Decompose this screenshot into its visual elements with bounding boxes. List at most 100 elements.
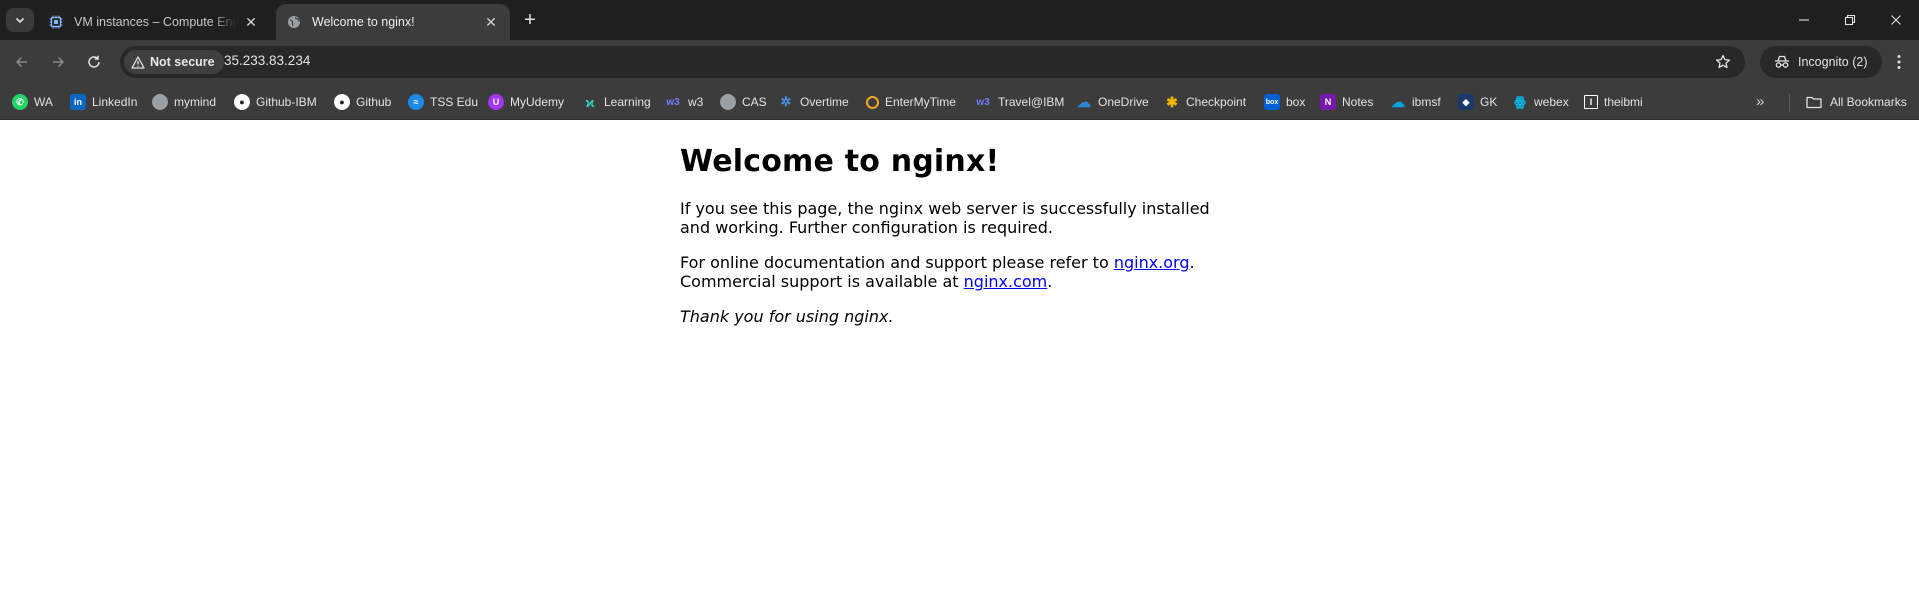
restore-button[interactable] (1827, 0, 1873, 40)
bookmark-label: CAS (742, 95, 767, 109)
bookmarks-bar: ✆ WA in LinkedIn mymind ● Github-IBM ● G… (0, 84, 1919, 120)
star-icon (1715, 54, 1731, 69)
close-icon (1891, 15, 1901, 25)
theibmi-icon: I (1584, 95, 1598, 109)
bookmark-label: Notes (1342, 95, 1374, 109)
reload-icon (88, 55, 100, 68)
bookmark-label: LinkedIn (92, 95, 138, 109)
security-chip[interactable]: Not secure (124, 50, 224, 74)
bookmark-label: mymind (174, 95, 217, 109)
page-content: Welcome to nginx! If you see this page, … (0, 120, 1919, 604)
commercial-text: Commercial support is available at (680, 272, 964, 291)
bookmark-checkpoint[interactable]: ✱ Checkpoint (1164, 91, 1246, 113)
url-text[interactable]: 35.233.83.234 (224, 53, 310, 68)
globe-icon (152, 94, 168, 110)
bookmark-webex[interactable]: ꙮ webex (1512, 91, 1568, 113)
docs-paragraph: For online documentation and support ple… (680, 253, 1240, 291)
tss-edu-icon: ≈ (408, 94, 424, 110)
bookmark-label: box (1286, 95, 1306, 109)
bookmark-cas[interactable]: CAS (720, 91, 767, 113)
learning-icon: ϰ (585, 94, 595, 110)
bookmark-label: Learning (604, 95, 651, 109)
bookmark-notes[interactable]: N Notes (1320, 91, 1373, 113)
chevron-down-icon (15, 17, 25, 24)
bookmark-label: Travel@IBM (998, 95, 1065, 109)
clock-icon (866, 95, 879, 109)
warning-icon (131, 55, 145, 69)
bookmark-overtime[interactable]: ✲ Overtime (778, 91, 849, 113)
github-icon: ● (334, 94, 350, 110)
intro-paragraph: If you see this page, the nginx web serv… (680, 199, 1210, 237)
w3-icon: w3 (666, 96, 680, 108)
folder-icon (1806, 95, 1822, 109)
onedrive-icon: ☁ (1077, 93, 1091, 110)
bookmark-learning[interactable]: ϰ Learning (582, 91, 651, 113)
incognito-profile-button[interactable]: Incognito (2) (1760, 46, 1882, 78)
browser-menu-button[interactable] (1887, 48, 1911, 76)
tab-title: VM instances – Compute Engine (74, 15, 236, 29)
bookmark-w3[interactable]: w3 w3 (664, 91, 703, 113)
minimize-icon (1799, 19, 1809, 21)
back-button[interactable] (8, 48, 36, 76)
bookmark-github[interactable]: ● Github (334, 91, 391, 113)
tab-strip: VM instances – Compute Engine ✕ Welcome … (0, 0, 1919, 40)
bookmark-label: EnterMyTime (885, 95, 956, 109)
address-bar[interactable]: Not secure 35.233.83.234 (120, 46, 1745, 78)
onenote-icon: N (1320, 94, 1336, 110)
bookmark-label: w3 (688, 95, 704, 109)
bookmark-label: MyUdemy (510, 95, 565, 109)
globe-icon (286, 14, 302, 30)
bookmarks-divider (1789, 94, 1790, 112)
bookmark-label: theibmi (1604, 95, 1643, 109)
bookmark-mymind[interactable]: mymind (152, 91, 216, 113)
bookmark-linkedin[interactable]: in LinkedIn (70, 91, 137, 113)
browser-toolbar: Not secure 35.233.83.234 Incognito (2) (0, 40, 1919, 84)
arrow-right-icon (53, 56, 65, 68)
tab-welcome-nginx[interactable]: Welcome to nginx! ✕ (276, 4, 510, 40)
all-bookmarks-button[interactable]: All Bookmarks (1806, 91, 1907, 113)
tab-search-button[interactable] (6, 8, 34, 32)
overtime-icon: ✲ (780, 94, 792, 109)
all-bookmarks-label: All Bookmarks (1830, 95, 1907, 109)
box-icon: box (1264, 94, 1280, 110)
bookmark-label: Github-IBM (256, 95, 317, 109)
bookmark-onedrive[interactable]: ☁ OneDrive (1076, 91, 1149, 113)
nginx-org-link[interactable]: nginx.org (1114, 253, 1190, 272)
nginx-com-link[interactable]: nginx.com (964, 272, 1048, 291)
incognito-icon (1774, 55, 1790, 69)
bookmark-star-button[interactable] (1713, 52, 1733, 72)
forward-button[interactable] (44, 48, 72, 76)
bookmark-label: WA (34, 95, 53, 109)
bookmark-tss-edu[interactable]: ≈ TSS Edu (408, 91, 478, 113)
more-vertical-icon (1897, 55, 1901, 69)
globe-icon (720, 94, 736, 110)
bookmark-label: GK (1480, 95, 1498, 109)
bookmark-label: Github (356, 95, 392, 109)
tab-vm-instances[interactable]: VM instances – Compute Engine ✕ (38, 4, 270, 40)
bookmark-myudemy[interactable]: U MyUdemy (488, 91, 564, 113)
bookmark-entermytime[interactable]: EnterMyTime (866, 91, 956, 113)
bookmark-ibmsf[interactable]: ☁ ibmsf (1390, 91, 1441, 113)
minimize-button[interactable] (1781, 0, 1827, 40)
bookmark-gk[interactable]: ◆ GK (1458, 91, 1497, 113)
docs-period: . (1189, 253, 1195, 272)
bookmarks-overflow-chevron-icon[interactable]: » (1756, 93, 1764, 110)
docs-text: For online documentation and support ple… (680, 253, 1114, 272)
webex-icon: ꙮ (1514, 94, 1526, 109)
bookmark-wa[interactable]: ✆ WA (12, 91, 53, 113)
arrow-left-icon (15, 56, 27, 68)
tab-close-icon[interactable]: ✕ (242, 13, 260, 31)
tab-close-icon[interactable]: ✕ (482, 13, 500, 31)
bookmark-travel-ibm[interactable]: w3 Travel@IBM (974, 91, 1064, 113)
bookmark-box[interactable]: box box (1264, 91, 1305, 113)
bookmark-label: Checkpoint (1186, 95, 1247, 109)
restore-icon (1844, 14, 1856, 26)
reload-button[interactable] (80, 48, 108, 76)
new-tab-button[interactable]: + (518, 8, 542, 32)
close-window-button[interactable] (1873, 0, 1919, 40)
bookmark-github-ibm[interactable]: ● Github-IBM (234, 91, 317, 113)
linkedin-icon: in (70, 94, 86, 110)
checkpoint-icon: ✱ (1166, 93, 1178, 110)
bookmark-theibmi[interactable]: I theibmi (1584, 91, 1643, 113)
bookmark-label: Overtime (800, 95, 849, 109)
